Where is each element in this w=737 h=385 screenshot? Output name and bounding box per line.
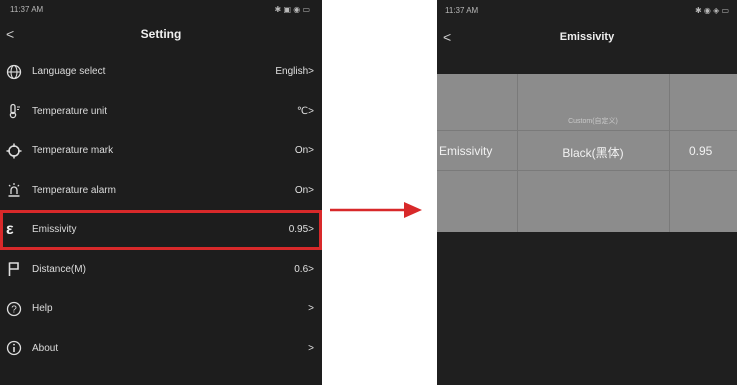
alarm-icon bbox=[6, 182, 28, 198]
back-button[interactable]: < bbox=[6, 26, 14, 42]
picker-divider bbox=[669, 74, 670, 232]
settings-item-help[interactable]: ? Help > bbox=[0, 289, 322, 329]
page-title: Emissivity bbox=[559, 31, 615, 43]
back-button[interactable]: < bbox=[443, 29, 451, 45]
settings-item-value: English> bbox=[275, 66, 314, 78]
picker-option-black[interactable]: Black(黑体) bbox=[517, 144, 669, 161]
crosshair-icon bbox=[6, 143, 28, 159]
epsilon-icon: ε bbox=[6, 220, 14, 238]
settings-item-value: ℃> bbox=[296, 105, 314, 117]
settings-item-temperature-alarm[interactable]: Temperature alarm On> bbox=[0, 171, 322, 211]
page-title: Setting bbox=[140, 27, 182, 41]
settings-item-label: Language select bbox=[32, 66, 106, 78]
settings-item-label: Temperature alarm bbox=[32, 184, 116, 196]
globe-icon bbox=[6, 64, 28, 80]
settings-item-emissivity[interactable]: ε Emissivity 0.95> bbox=[0, 210, 322, 250]
emissivity-screen: 11:37 AM ✱ ◉ ◈ ▭ < Emissivity Custom(自定义… bbox=[437, 0, 737, 385]
settings-item-value: On> bbox=[294, 145, 314, 157]
red-arrow-icon bbox=[330, 202, 422, 218]
thermometer-icon bbox=[6, 103, 28, 119]
settings-item-value: 0.6> bbox=[294, 263, 314, 275]
nav-bar: < Setting bbox=[0, 18, 322, 50]
status-icons: ✱ ◉ ◈ ▭ bbox=[694, 5, 729, 15]
question-icon: ? bbox=[6, 301, 28, 317]
settings-item-value: 0.95> bbox=[288, 224, 314, 236]
status-bar: 11:37 AM ✱ ◉ ◈ ▭ bbox=[437, 0, 737, 20]
info-icon bbox=[6, 340, 28, 356]
settings-screen: 11:37 AM ✱ ▣ ◉ ▭ < Setting Language sele… bbox=[0, 0, 322, 385]
settings-item-temperature-unit[interactable]: Temperature unit ℃> bbox=[0, 92, 322, 132]
settings-item-value: > bbox=[308, 342, 314, 354]
settings-item-about[interactable]: About > bbox=[0, 329, 322, 369]
settings-item-temperature-mark[interactable]: Temperature mark On> bbox=[0, 131, 322, 171]
settings-item-value: > bbox=[308, 303, 314, 315]
svg-text:?: ? bbox=[11, 304, 17, 315]
picker-divider bbox=[437, 170, 737, 171]
settings-item-label: About bbox=[32, 342, 59, 354]
picker-divider bbox=[437, 130, 737, 131]
settings-item-label: Distance(M) bbox=[32, 263, 86, 275]
settings-item-distance[interactable]: Distance(M) 0.6> bbox=[0, 250, 322, 290]
picker-option-custom[interactable]: Custom(自定义) bbox=[517, 116, 669, 126]
status-time: 11:37 AM bbox=[10, 4, 44, 14]
flag-icon bbox=[6, 261, 28, 277]
status-bar: 11:37 AM ✱ ▣ ◉ ▭ bbox=[0, 0, 322, 18]
settings-list: Language select English> Temperature uni… bbox=[0, 52, 322, 368]
settings-item-label: Temperature unit bbox=[32, 105, 108, 117]
settings-item-label: Help bbox=[32, 303, 53, 315]
nav-bar: < Emissivity bbox=[437, 20, 737, 54]
settings-item-value: On> bbox=[294, 184, 314, 196]
picker-label-emissivity: Emissivity bbox=[439, 144, 493, 158]
settings-item-language[interactable]: Language select English> bbox=[0, 52, 322, 92]
status-icons: ✱ ▣ ◉ ▭ bbox=[274, 4, 310, 14]
emissivity-picker[interactable]: Custom(自定义) Emissivity Black(黑体) 0.95 bbox=[437, 74, 737, 232]
settings-item-label: Temperature mark bbox=[32, 145, 114, 157]
picker-value[interactable]: 0.95 bbox=[689, 144, 712, 158]
status-time: 11:37 AM bbox=[445, 5, 479, 15]
settings-item-label: Emissivity bbox=[32, 224, 77, 236]
